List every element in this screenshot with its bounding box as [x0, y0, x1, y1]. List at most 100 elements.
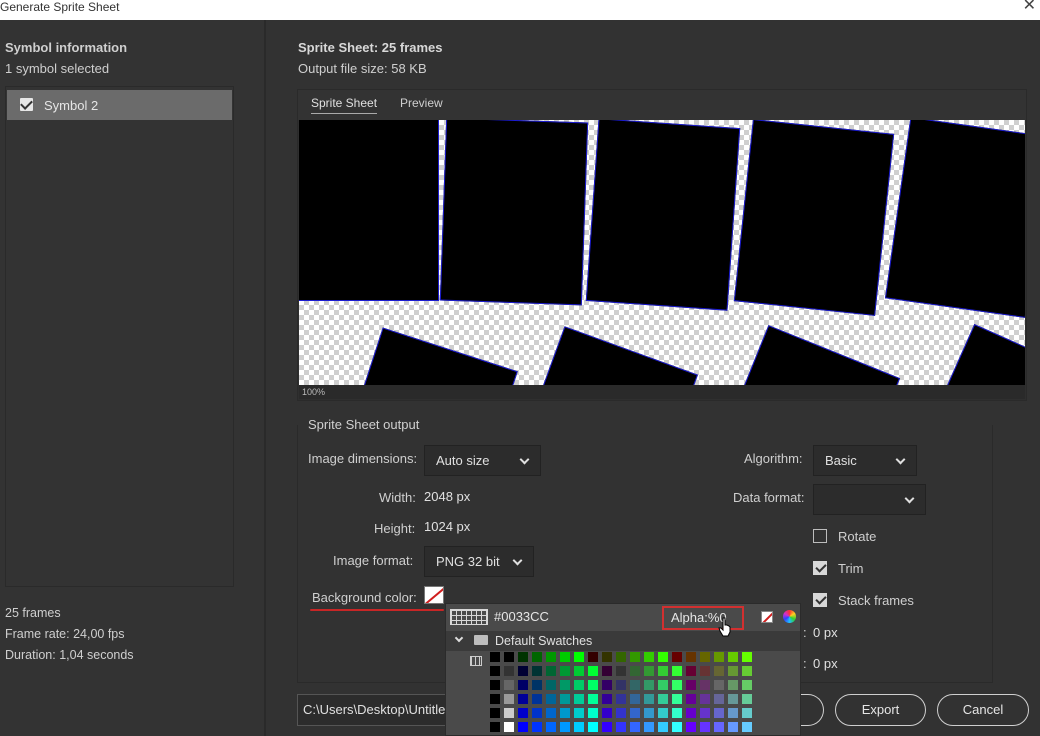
color-swatch[interactable] — [574, 708, 584, 718]
color-swatch[interactable] — [742, 694, 752, 704]
color-swatch[interactable] — [686, 694, 696, 704]
color-swatch[interactable] — [630, 722, 640, 732]
algorithm-dropdown[interactable]: Basic — [813, 445, 917, 476]
color-swatch[interactable] — [602, 722, 612, 732]
color-swatch[interactable] — [700, 680, 710, 690]
output-path-field[interactable]: C:\Users\Desktop\Untitled — [297, 694, 447, 726]
color-swatch[interactable] — [560, 722, 570, 732]
color-swatch[interactable] — [490, 722, 500, 732]
color-swatch[interactable] — [602, 666, 612, 676]
height-value[interactable]: 1024 px — [424, 519, 470, 534]
stack-frames-checkbox[interactable] — [813, 593, 827, 607]
color-swatch[interactable] — [658, 694, 668, 704]
color-swatch[interactable] — [644, 722, 654, 732]
color-swatch[interactable] — [518, 666, 528, 676]
color-swatch[interactable] — [700, 722, 710, 732]
color-swatch[interactable] — [588, 680, 598, 690]
border-padding-value[interactable]: 0 px — [813, 625, 838, 640]
color-swatch[interactable] — [728, 708, 738, 718]
color-swatch[interactable] — [490, 694, 500, 704]
color-swatch[interactable] — [658, 666, 668, 676]
color-swatch[interactable] — [700, 694, 710, 704]
color-swatch[interactable] — [490, 708, 500, 718]
color-swatch[interactable] — [630, 652, 640, 662]
color-swatch[interactable] — [742, 652, 752, 662]
color-swatch[interactable] — [728, 722, 738, 732]
color-swatch[interactable] — [588, 666, 598, 676]
color-swatch[interactable] — [616, 666, 626, 676]
color-swatch[interactable] — [602, 680, 612, 690]
color-swatch[interactable] — [686, 666, 696, 676]
color-swatch[interactable] — [630, 680, 640, 690]
symbol-list-item[interactable]: Symbol 2 — [7, 90, 232, 120]
color-swatch[interactable] — [630, 666, 640, 676]
image-dimensions-dropdown[interactable]: Auto size — [424, 445, 541, 476]
color-swatch[interactable] — [644, 652, 654, 662]
color-swatch[interactable] — [560, 694, 570, 704]
color-swatch[interactable] — [658, 708, 668, 718]
data-format-dropdown[interactable] — [813, 484, 926, 515]
color-swatch[interactable] — [630, 708, 640, 718]
image-format-dropdown[interactable]: PNG 32 bit — [424, 546, 534, 577]
color-swatch[interactable] — [672, 708, 682, 718]
color-swatch[interactable] — [588, 694, 598, 704]
color-swatch[interactable] — [672, 666, 682, 676]
color-swatch[interactable] — [714, 694, 724, 704]
color-swatch[interactable] — [700, 652, 710, 662]
color-swatch[interactable] — [490, 652, 500, 662]
color-swatch[interactable] — [532, 666, 542, 676]
color-swatch[interactable] — [588, 708, 598, 718]
color-swatch[interactable] — [588, 722, 598, 732]
color-swatch[interactable] — [728, 694, 738, 704]
color-swatch[interactable] — [574, 680, 584, 690]
color-swatch[interactable] — [532, 722, 542, 732]
color-swatch[interactable] — [686, 708, 696, 718]
rotate-checkbox[interactable] — [813, 529, 827, 543]
color-swatch[interactable] — [742, 708, 752, 718]
color-swatch[interactable] — [700, 666, 710, 676]
color-swatch[interactable] — [658, 652, 668, 662]
color-wheel-icon[interactable] — [783, 610, 796, 623]
swatch-group-header[interactable]: Default Swatches — [446, 631, 800, 651]
color-swatch[interactable] — [518, 722, 528, 732]
export-button[interactable]: Export — [835, 694, 926, 726]
color-swatch[interactable] — [546, 652, 556, 662]
color-swatch[interactable] — [602, 708, 612, 718]
color-swatch[interactable] — [560, 680, 570, 690]
trim-checkbox[interactable] — [813, 561, 827, 575]
color-swatch[interactable] — [532, 652, 542, 662]
color-swatch[interactable] — [616, 652, 626, 662]
color-swatch[interactable] — [616, 680, 626, 690]
color-swatch[interactable] — [672, 652, 682, 662]
color-swatch[interactable] — [686, 680, 696, 690]
color-swatch[interactable] — [532, 694, 542, 704]
color-swatch[interactable] — [658, 722, 668, 732]
color-swatch[interactable] — [728, 666, 738, 676]
color-swatch[interactable] — [546, 666, 556, 676]
color-swatch[interactable] — [490, 680, 500, 690]
color-swatch[interactable] — [504, 722, 514, 732]
swatch-grid-icon[interactable] — [450, 609, 488, 625]
cancel-button[interactable]: Cancel — [937, 694, 1029, 726]
color-swatch[interactable] — [532, 708, 542, 718]
tab-preview[interactable]: Preview — [400, 96, 443, 110]
color-swatch[interactable] — [504, 666, 514, 676]
color-swatch[interactable] — [504, 680, 514, 690]
color-swatch[interactable] — [672, 694, 682, 704]
color-swatch[interactable] — [532, 680, 542, 690]
color-swatch[interactable] — [714, 680, 724, 690]
color-swatch[interactable] — [574, 722, 584, 732]
symbol-checkbox[interactable] — [20, 98, 33, 111]
color-swatch[interactable] — [588, 652, 598, 662]
color-swatch[interactable] — [658, 680, 668, 690]
color-swatch[interactable] — [714, 666, 724, 676]
shape-padding-value[interactable]: 0 px — [813, 656, 838, 671]
color-swatch[interactable] — [504, 694, 514, 704]
color-swatch[interactable] — [672, 722, 682, 732]
color-swatch[interactable] — [742, 666, 752, 676]
color-swatch[interactable] — [686, 652, 696, 662]
color-swatch[interactable] — [728, 680, 738, 690]
color-swatch[interactable] — [616, 708, 626, 718]
color-swatch[interactable] — [616, 694, 626, 704]
color-swatch[interactable] — [714, 722, 724, 732]
